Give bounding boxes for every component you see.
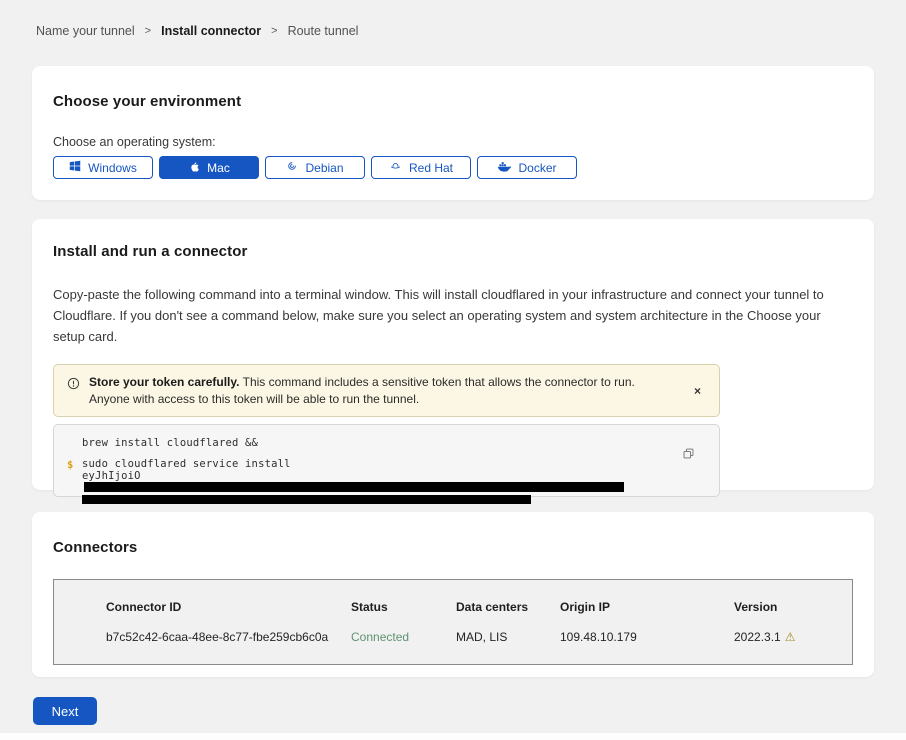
column-header-connector-id: Connector ID bbox=[106, 600, 351, 614]
os-select-label: Choose an operating system: bbox=[53, 135, 853, 149]
copy-icon[interactable] bbox=[680, 445, 697, 465]
column-header-version: Version bbox=[734, 600, 852, 614]
column-header-status: Status bbox=[351, 600, 456, 614]
breadcrumb-separator: > bbox=[145, 25, 151, 37]
origin-ip-value: 109.48.10.179 bbox=[560, 630, 734, 644]
os-button-label: Docker bbox=[518, 161, 556, 175]
debian-logo-icon bbox=[286, 160, 298, 175]
os-button-group: Windows Mac Debian bbox=[53, 156, 853, 179]
redacted-token-bar bbox=[82, 495, 531, 504]
shell-prompt: $ bbox=[67, 459, 73, 471]
token-warning-text: Store your token carefully. This command… bbox=[89, 374, 649, 407]
install-card-title: Install and run a connector bbox=[53, 243, 853, 260]
breadcrumb-name-your-tunnel[interactable]: Name your tunnel bbox=[36, 24, 135, 38]
table-row: b7c52c42-6caa-48ee-8c77-fbe259cb6c0a Con… bbox=[106, 630, 852, 644]
os-button-label: Debian bbox=[305, 161, 343, 175]
os-button-mac[interactable]: Mac bbox=[159, 156, 259, 179]
environment-card-title: Choose your environment bbox=[53, 93, 853, 110]
os-button-label: Windows bbox=[88, 161, 137, 175]
code-line-brew: brew install cloudflared && bbox=[82, 437, 679, 449]
token-warning-banner: Store your token carefully. This command… bbox=[53, 364, 720, 417]
install-connector-card: Install and run a connector Copy-paste t… bbox=[32, 219, 874, 490]
os-button-windows[interactable]: Windows bbox=[53, 156, 153, 179]
choose-environment-card: Choose your environment Choose an operat… bbox=[32, 66, 874, 200]
token-warning-bold: Store your token carefully. bbox=[89, 375, 240, 389]
code-line-token: eyJhIjoiO bbox=[82, 471, 679, 494]
connectors-table-header: Connector ID Status Data centers Origin … bbox=[106, 600, 852, 614]
alert-circle-icon bbox=[67, 377, 80, 395]
connectors-table: Connector ID Status Data centers Origin … bbox=[53, 579, 853, 665]
os-button-label: Mac bbox=[207, 161, 230, 175]
connectors-card-title: Connectors bbox=[53, 539, 853, 556]
connector-id-value: b7c52c42-6caa-48ee-8c77-fbe259cb6c0a bbox=[106, 630, 351, 644]
breadcrumb-separator: > bbox=[271, 25, 277, 37]
status-badge: Connected bbox=[351, 630, 456, 644]
windows-logo-icon bbox=[69, 160, 81, 175]
column-header-origin-ip: Origin IP bbox=[560, 600, 734, 614]
docker-logo-icon bbox=[497, 161, 511, 175]
os-button-docker[interactable]: Docker bbox=[477, 156, 577, 179]
next-button[interactable]: Next bbox=[33, 697, 97, 725]
os-button-label: Red Hat bbox=[409, 161, 453, 175]
column-header-data-centers: Data centers bbox=[456, 600, 560, 614]
bottom-page-strip bbox=[0, 733, 906, 740]
version-number: 2022.3.1 bbox=[734, 630, 781, 644]
connectors-card: Connectors Connector ID Status Data cent… bbox=[32, 512, 874, 677]
breadcrumb-install-connector[interactable]: Install connector bbox=[161, 24, 261, 38]
data-centers-value: MAD, LIS bbox=[456, 630, 560, 644]
version-value: 2022.3.1 ⚠ bbox=[734, 630, 852, 644]
code-line-sudo: sudo cloudflared service install bbox=[82, 459, 679, 471]
token-prefix: eyJhIjoiO bbox=[82, 470, 141, 482]
breadcrumb-route-tunnel[interactable]: Route tunnel bbox=[288, 24, 359, 38]
close-icon[interactable]: × bbox=[688, 380, 707, 402]
os-button-debian[interactable]: Debian bbox=[265, 156, 365, 179]
apple-logo-icon bbox=[188, 160, 200, 176]
redacted-token-bar bbox=[84, 482, 624, 492]
redhat-logo-icon bbox=[389, 160, 402, 175]
os-button-redhat[interactable]: Red Hat bbox=[371, 156, 471, 179]
install-description: Copy-paste the following command into a … bbox=[53, 284, 848, 347]
breadcrumb: Name your tunnel > Install connector > R… bbox=[0, 0, 906, 38]
install-command-code-block: brew install cloudflared && $ sudo cloud… bbox=[53, 424, 720, 497]
version-warning-icon: ⚠ bbox=[785, 630, 796, 644]
